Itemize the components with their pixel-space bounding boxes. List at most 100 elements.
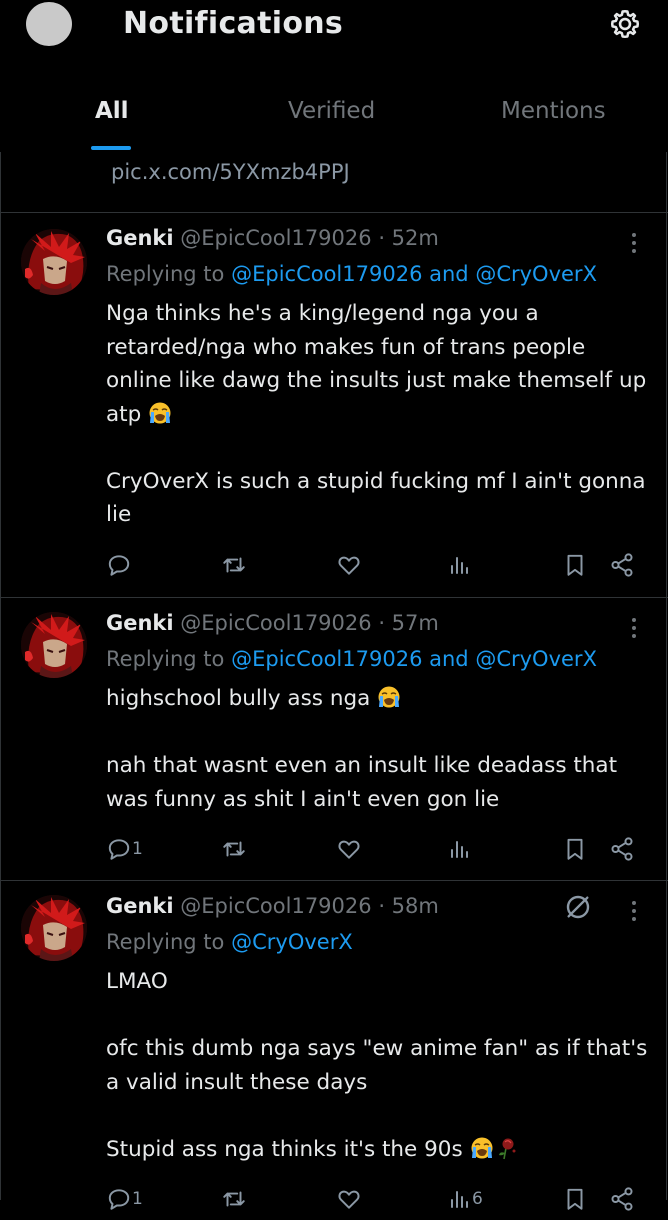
- divider: [0, 212, 668, 213]
- top-header: Notifications All Verified Mentions: [0, 0, 668, 152]
- post-time: · 58m: [378, 894, 439, 918]
- bookmark-button[interactable]: [562, 1184, 588, 1214]
- post-actions: 1: [0, 834, 668, 870]
- like-button[interactable]: [336, 550, 362, 580]
- more-icon[interactable]: [624, 231, 644, 255]
- mention-link[interactable]: @CryOverX: [231, 930, 353, 954]
- mute-icon[interactable]: [562, 891, 594, 923]
- display-name[interactable]: Genki: [106, 611, 174, 635]
- replying-and: and: [429, 262, 469, 286]
- loudly-crying-face-icon: [470, 1136, 494, 1160]
- post-body: LMAO ofc this dumb nga says "ew anime fa…: [106, 965, 656, 1166]
- repost-icon: [223, 557, 245, 573]
- active-tab-indicator: [91, 146, 131, 150]
- views-icon: [451, 557, 468, 574]
- notification-tabs: All Verified Mentions: [0, 90, 668, 152]
- share-icon: [611, 837, 633, 861]
- share-button[interactable]: [608, 834, 636, 864]
- reply-icon: [108, 1189, 130, 1210]
- bookmark-button[interactable]: [562, 550, 588, 580]
- replying-and: and: [429, 647, 469, 671]
- post-header: Genki @EpicCool179026 · 58m: [106, 894, 439, 918]
- more-icon[interactable]: [624, 616, 644, 640]
- post-header: Genki @EpicCool179026 · 52m: [106, 226, 439, 250]
- mention-link[interactable]: @CryOverX: [475, 262, 597, 286]
- share-icon: [611, 553, 633, 577]
- reply-button[interactable]: [106, 550, 132, 580]
- column-border-right: [666, 152, 667, 1200]
- wilted-flower-icon: [494, 1136, 518, 1160]
- bookmark-icon: [567, 838, 583, 860]
- replying-to: Replying to @EpicCool179026 and @CryOver…: [106, 262, 597, 286]
- replying-to: Replying to @EpicCool179026 and @CryOver…: [106, 647, 597, 671]
- column-border-left: [0, 152, 1, 1200]
- post-actions: 1 6: [0, 1184, 668, 1220]
- post-body: highschool bully ass nga nah that wasnt …: [106, 682, 656, 816]
- post-time: · 52m: [378, 226, 439, 250]
- display-name[interactable]: Genki: [106, 894, 174, 918]
- post-text: Stupid ass nga thinks it's the 90s: [106, 1136, 463, 1162]
- reply-button[interactable]: 1: [106, 834, 143, 864]
- views-icon: [451, 841, 468, 858]
- like-icon: [338, 556, 360, 575]
- views-button[interactable]: [448, 834, 472, 864]
- post-text: highschool bully ass nga: [106, 686, 371, 711]
- tab-verified[interactable]: Verified: [288, 98, 375, 124]
- post-text: nah that wasnt even an insult like deada…: [106, 753, 618, 812]
- divider: [0, 597, 668, 598]
- replying-prefix: Replying to: [106, 262, 225, 286]
- gear-icon[interactable]: [607, 6, 643, 42]
- like-button[interactable]: [336, 1184, 362, 1214]
- reply-count: 1: [132, 1189, 143, 1209]
- user-handle[interactable]: @EpicCool179026: [180, 894, 371, 918]
- replying-prefix: Replying to: [106, 647, 225, 671]
- repost-button[interactable]: [220, 1184, 248, 1214]
- profile-avatar[interactable]: [26, 2, 72, 46]
- reply-icon: [108, 555, 130, 576]
- reply-count: 1: [132, 839, 143, 859]
- post-text: CryOverX is such a stupid fucking mf I a…: [106, 468, 646, 528]
- reply-button[interactable]: 1: [106, 1184, 143, 1214]
- repost-icon: [223, 841, 245, 857]
- media-link[interactable]: pic.x.com/5YXmzb4PPJ: [111, 160, 350, 184]
- mention-link[interactable]: @EpicCool179026: [231, 647, 422, 671]
- bookmark-icon: [567, 554, 583, 576]
- views-icon: [451, 1191, 468, 1208]
- repost-icon: [223, 1191, 245, 1207]
- user-avatar[interactable]: [21, 229, 87, 295]
- view-count: 6: [472, 1189, 483, 1209]
- mention-link[interactable]: @EpicCool179026: [231, 262, 422, 286]
- replying-prefix: Replying to: [106, 930, 225, 954]
- reply-icon: [108, 839, 130, 860]
- more-icon[interactable]: [624, 899, 644, 923]
- post-text: Nga thinks he's a king/legend nga you a …: [106, 301, 647, 427]
- post-header: Genki @EpicCool179026 · 57m: [106, 611, 439, 635]
- replying-to: Replying to @CryOverX: [106, 930, 353, 954]
- user-handle[interactable]: @EpicCool179026: [180, 226, 371, 250]
- repost-button[interactable]: [220, 550, 248, 580]
- tab-all[interactable]: All: [95, 98, 129, 124]
- post-actions: [0, 550, 668, 586]
- user-avatar[interactable]: [21, 612, 87, 678]
- share-icon: [611, 1187, 633, 1211]
- tab-mentions[interactable]: Mentions: [501, 98, 606, 124]
- user-handle[interactable]: @EpicCool179026: [180, 611, 371, 635]
- post-time: · 57m: [378, 611, 439, 635]
- views-button[interactable]: 6: [448, 1184, 483, 1214]
- mention-link[interactable]: @CryOverX: [475, 647, 597, 671]
- like-button[interactable]: [336, 834, 362, 864]
- views-button[interactable]: [448, 550, 472, 580]
- loudly-crying-face-icon: [377, 685, 401, 709]
- post-body: Nga thinks he's a king/legend nga you a …: [106, 297, 656, 532]
- post-text: ofc this dumb nga says "ew anime fan" as…: [106, 1036, 648, 1095]
- repost-button[interactable]: [220, 834, 248, 864]
- bookmark-icon: [567, 1188, 583, 1210]
- like-icon: [338, 1190, 360, 1209]
- share-button[interactable]: [608, 1184, 636, 1214]
- like-icon: [338, 840, 360, 859]
- display-name[interactable]: Genki: [106, 226, 174, 250]
- share-button[interactable]: [608, 550, 636, 580]
- user-avatar[interactable]: [21, 895, 87, 961]
- bookmark-button[interactable]: [562, 834, 588, 864]
- loudly-crying-face-icon: [148, 401, 172, 425]
